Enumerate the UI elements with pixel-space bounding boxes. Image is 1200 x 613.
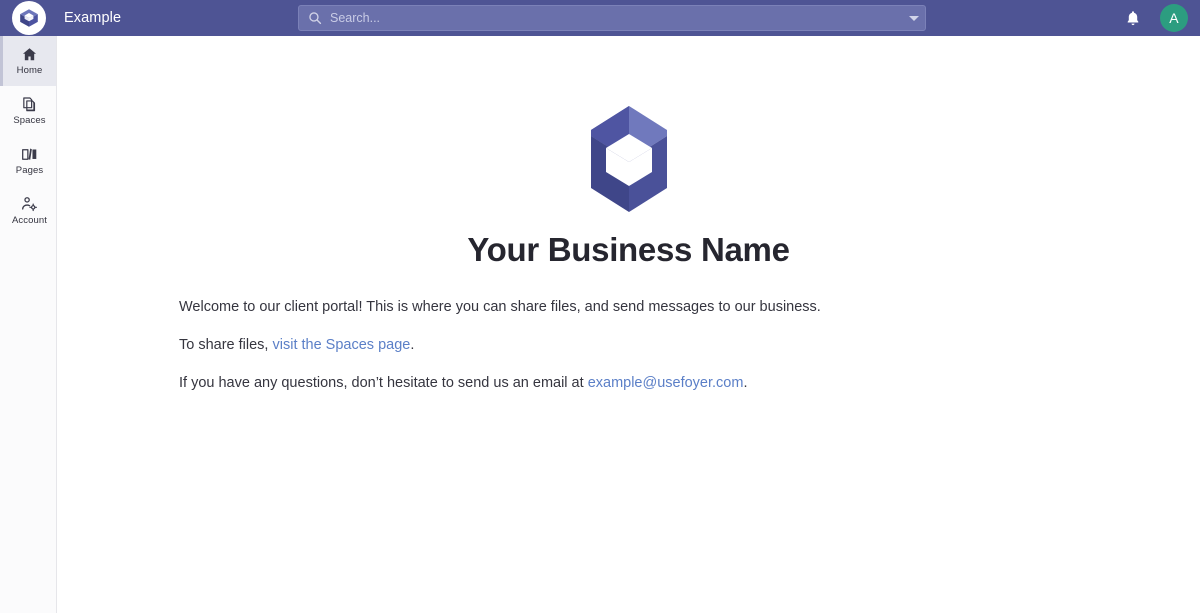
sidebar-item-spaces[interactable]: Spaces: [0, 86, 56, 136]
welcome-paragraph: Welcome to our client portal! This is wh…: [179, 299, 821, 315]
notifications-button[interactable]: [1122, 7, 1144, 29]
share-files-prefix: To share files,: [179, 337, 273, 354]
brand-area[interactable]: Example: [0, 0, 121, 36]
hero-section: Your Business Name: [57, 76, 1200, 269]
search-icon: [309, 12, 322, 25]
app-title: Example: [64, 10, 122, 26]
app-window: Example A: [0, 0, 1200, 613]
top-header-bar: Example A: [0, 0, 1200, 36]
search-box[interactable]: [298, 5, 926, 31]
header-actions: A: [1122, 0, 1188, 36]
spaces-page-link[interactable]: visit the Spaces page: [273, 337, 411, 353]
sidebar-item-label-home: Home: [16, 65, 43, 77]
content-inner: Your Business Name Welcome to our client…: [57, 36, 1200, 394]
foyer-cube-logo-large-icon: [583, 100, 675, 223]
search-input[interactable]: [330, 11, 903, 25]
sidebar: Home Spaces Pages Account: [0, 36, 57, 613]
share-files-paragraph: To share files, visit the Spaces page.: [179, 335, 1200, 356]
body-row: Home Spaces Pages Account Your Business …: [0, 36, 1200, 613]
sidebar-item-label-pages: Pages: [15, 165, 44, 177]
sidebar-item-home[interactable]: Home: [0, 36, 56, 86]
person-gear-icon: [22, 197, 37, 212]
search-container: [298, 5, 926, 31]
home-icon: [22, 48, 37, 61]
contact-suffix: .: [743, 375, 748, 392]
sidebar-item-pages[interactable]: Pages: [0, 136, 56, 186]
page-title: Your Business Name: [467, 231, 790, 268]
contact-prefix: If you have any questions, don’t hesitat…: [179, 375, 588, 392]
sidebar-item-label-account: Account: [11, 215, 48, 227]
copy-documents-icon: [23, 97, 36, 112]
sidebar-item-account[interactable]: Account: [0, 186, 56, 236]
chevron-down-icon[interactable]: [909, 15, 919, 21]
welcome-text-block: Welcome to our client portal! This is wh…: [57, 297, 1200, 394]
sidebar-item-label-spaces: Spaces: [13, 115, 46, 127]
main-content: Your Business Name Welcome to our client…: [57, 36, 1200, 613]
bell-icon: [1127, 10, 1139, 25]
share-files-suffix: .: [410, 337, 415, 354]
foyer-cube-logo-icon[interactable]: [12, 1, 46, 35]
avatar-initial: A: [1169, 10, 1179, 26]
contact-email-link[interactable]: example@usefoyer.com: [588, 375, 744, 391]
open-book-icon: [22, 148, 37, 161]
contact-paragraph: If you have any questions, don’t hesitat…: [179, 373, 1200, 394]
avatar[interactable]: A: [1160, 4, 1188, 32]
